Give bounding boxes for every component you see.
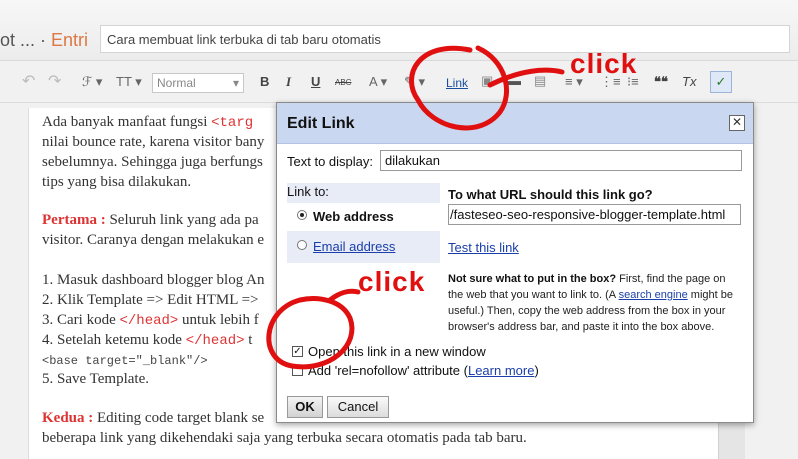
- font-family-button[interactable]: ℱ ▾: [82, 74, 102, 90]
- help-text: Not sure what to put in the box? First, …: [448, 271, 743, 335]
- edit-link-dialog: Edit Link ✕ Text to display: dilakukan L…: [276, 102, 754, 423]
- text-to-display-input[interactable]: dilakukan: [380, 150, 742, 171]
- email-address-radio[interactable]: [297, 240, 307, 250]
- editor-line: Kedua : Editing code target blank se: [42, 410, 264, 427]
- editor-line: Ada banyak manfaat fungsi <targ: [42, 114, 253, 131]
- editor-code: </head>: [119, 313, 179, 329]
- editor-line: 2. Klik Template => Edit HTML =>: [42, 292, 259, 308]
- nofollow-label[interactable]: Add 'rel=nofollow' attribute (Learn more…: [308, 363, 539, 378]
- text-color-button[interactable]: A ▾: [369, 74, 387, 90]
- editor-text: 3. Cari kode: [42, 312, 120, 328]
- underline-button[interactable]: U: [311, 74, 320, 89]
- editor-text: untuk lebih f: [178, 312, 259, 328]
- email-address-label[interactable]: Email address: [313, 239, 395, 254]
- help-bold: Not sure what to put in the box?: [448, 273, 617, 285]
- close-icon[interactable]: ✕: [729, 115, 745, 131]
- new-window-label[interactable]: Open this link in a new window: [308, 344, 486, 359]
- post-header: ot ... · Entri Cara membuat link terbuka…: [0, 0, 798, 61]
- bold-button[interactable]: B: [260, 74, 269, 89]
- cancel-button[interactable]: Cancel: [327, 396, 389, 418]
- dialog-title: Edit Link: [287, 115, 355, 132]
- email-address-option[interactable]: Email address: [287, 233, 440, 261]
- editor-text: t: [244, 332, 253, 348]
- url-heading: To what URL should this link go?: [448, 187, 653, 202]
- test-link[interactable]: Test this link: [448, 240, 519, 255]
- editor-line: visitor. Caranya dengan melakukan e: [42, 232, 265, 248]
- web-address-label[interactable]: Web address: [313, 209, 394, 224]
- text-to-display-label: Text to display:: [287, 154, 373, 169]
- redo-icon[interactable]: ↷: [48, 71, 61, 91]
- learn-more-link[interactable]: Learn more: [468, 363, 534, 378]
- nofollow-text: Add 'rel=nofollow' attribute (: [308, 363, 468, 378]
- editor-text: Editing code target blank se: [93, 410, 265, 426]
- undo-icon[interactable]: ↶: [22, 71, 35, 91]
- editor-code: <targ: [211, 115, 254, 131]
- clear-formatting-icon[interactable]: Tx: [682, 74, 696, 89]
- url-input[interactable]: /fasteseo-seo-responsive-blogger-templat…: [448, 204, 741, 225]
- editor-code: <base target="_blank"/>: [42, 354, 208, 368]
- editor-line: Pertama : Seluruh link yang ada pa: [42, 212, 259, 229]
- highlight-button[interactable]: ✎ ▾: [404, 74, 425, 90]
- editor-toolbar: ↶ ↷ ℱ ▾ TT ▾ Normal ▾ B I U ABC A ▾ ✎ ▾ …: [0, 66, 798, 103]
- format-select[interactable]: Normal ▾: [152, 73, 244, 93]
- image-icon[interactable]: ▣: [481, 73, 493, 89]
- breadcrumb-entri[interactable]: Entri: [51, 30, 88, 50]
- italic-button[interactable]: I: [286, 74, 291, 90]
- editor-line: 3. Cari kode </head> untuk lebih f: [42, 312, 259, 329]
- nofollow-checkbox[interactable]: [292, 365, 303, 376]
- editor-text: Seluruh link yang ada pa: [105, 212, 259, 228]
- link-to-label: Link to:: [287, 184, 329, 199]
- breadcrumb[interactable]: ot ... · Entri: [0, 30, 88, 51]
- editor-line: 1. Masuk dashboard blogger blog An: [42, 272, 265, 288]
- editor-code: </head>: [185, 333, 245, 349]
- jump-break-icon[interactable]: ▤: [534, 73, 546, 89]
- search-engine-link[interactable]: search engine: [619, 289, 688, 301]
- web-address-option[interactable]: Web address: [287, 203, 440, 231]
- editor-line: 5. Save Template.: [42, 371, 149, 387]
- new-window-checkbox[interactable]: ✓: [292, 346, 303, 357]
- format-select-value: Normal: [157, 76, 196, 90]
- editor-label: Kedua :: [42, 410, 94, 426]
- editor-line: tips yang bisa dilakukan.: [42, 174, 192, 190]
- spellcheck-icon[interactable]: ✓: [710, 71, 732, 93]
- strikethrough-button[interactable]: ABC: [335, 78, 351, 87]
- web-address-radio[interactable]: [297, 210, 307, 220]
- link-to-panel: Link to: Web address Email address: [287, 183, 440, 263]
- quote-icon[interactable]: ❝❝: [654, 74, 668, 90]
- editor-line: sebelumnya. Sehingga juga berfungs: [42, 154, 263, 170]
- dialog-header[interactable]: Edit Link ✕: [277, 103, 753, 144]
- breadcrumb-prefix[interactable]: ot ... ·: [0, 30, 51, 50]
- editor-text: 4. Setelah ketemu kode: [42, 332, 186, 348]
- video-icon[interactable]: ▬: [508, 73, 521, 88]
- editor-line: beberapa link yang dikehendaki saja yang…: [42, 430, 527, 446]
- editor-label: Pertama :: [42, 212, 106, 228]
- editor-line: <base target="_blank"/>: [42, 352, 208, 369]
- chevron-down-icon: ▾: [232, 76, 239, 90]
- ok-button[interactable]: OK: [287, 396, 323, 418]
- font-size-button[interactable]: TT ▾: [116, 74, 142, 90]
- link-button[interactable]: Link: [446, 76, 468, 90]
- click-annotation-top: click: [570, 48, 638, 79]
- click-annotation-bottom: click: [358, 266, 426, 297]
- post-title-input[interactable]: Cara membuat link terbuka di tab baru ot…: [100, 25, 790, 53]
- editor-line: 4. Setelah ketemu kode </head> t: [42, 332, 252, 349]
- editor-text: Ada banyak manfaat fungsi: [42, 114, 212, 130]
- nofollow-text-end: ): [534, 363, 539, 378]
- editor-line: nilai bounce rate, karena visitor bany: [42, 134, 265, 150]
